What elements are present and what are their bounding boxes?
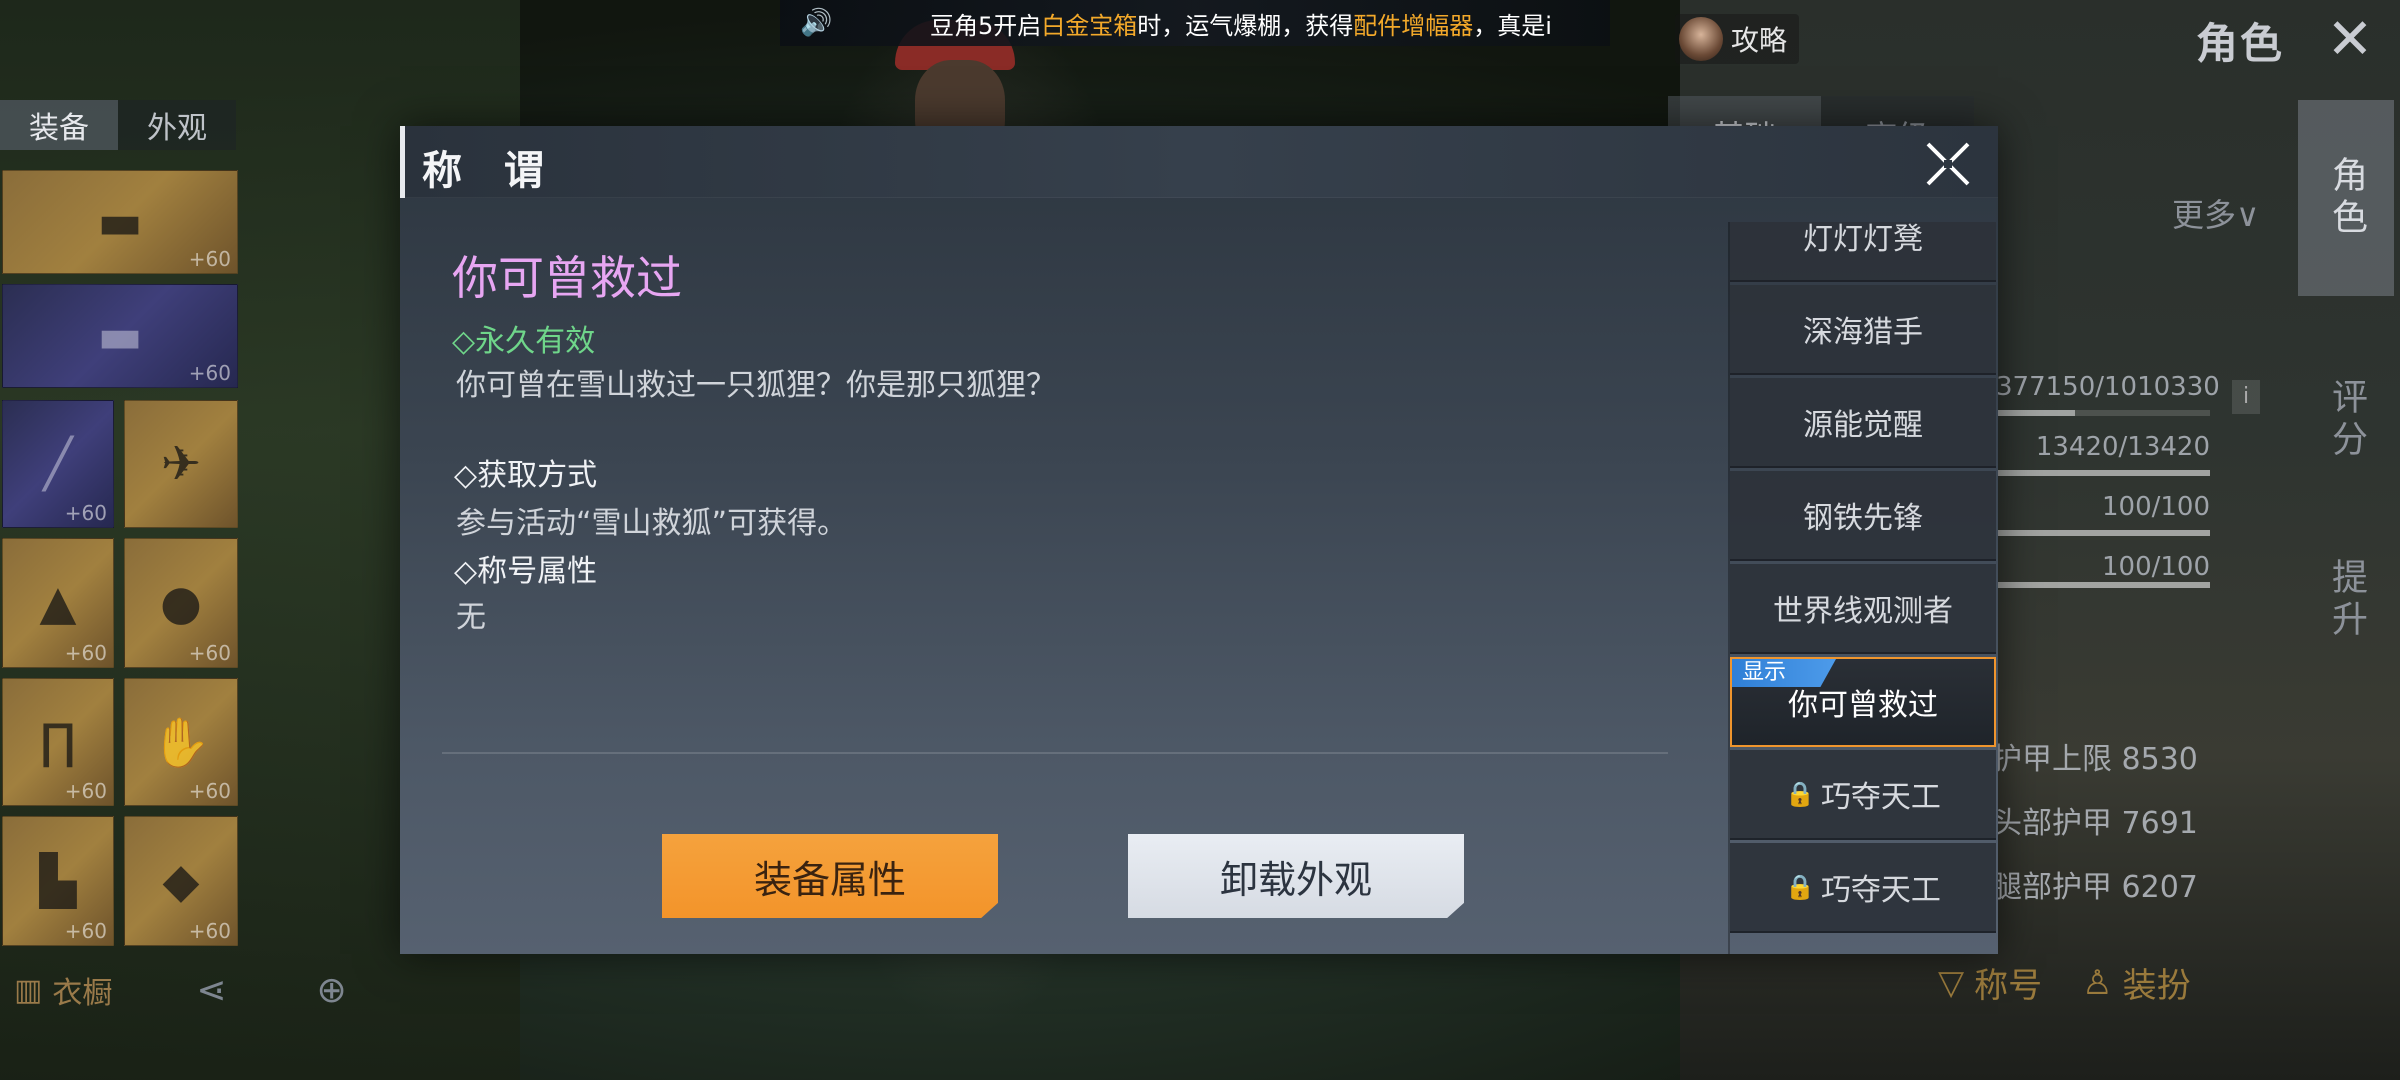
- obtain-method-label: ◇获取方式: [454, 458, 598, 493]
- titles-label: 称号: [1974, 966, 2043, 1006]
- title-modal: 称 谓 你可曾救过 ◇永久有效 你可曾在雪山救过一只狐狸？你是那只狐狸？ ◇获取…: [400, 126, 1998, 954]
- side-rail: 角色 评分 提升: [2298, 100, 2394, 980]
- right-bottom-toolbar: ▽ 称号 ♙ 装扮: [1938, 958, 2191, 1007]
- title-list-label: 源能觉醒: [1803, 408, 1923, 443]
- leg-armor-line: 腿部护甲 6207: [1992, 870, 2198, 905]
- stat-bar-hp: [1996, 410, 2210, 416]
- slot-gadget[interactable]: ✈: [124, 400, 238, 528]
- lock-icon: 🔒: [1785, 873, 1815, 901]
- chevron-down-icon: ∨: [2236, 196, 2260, 234]
- broadcast-marquee: 🔊 豆角5开启白金宝箱时，运气爆棚，获得配件增幅器，真是i: [780, 0, 1610, 46]
- zoom-icon[interactable]: ⊕: [317, 970, 347, 1011]
- title-attr-label: ◇称号属性: [454, 554, 598, 589]
- rail-item-score[interactable]: 评分: [2298, 340, 2394, 500]
- wardrobe-label: 衣橱: [52, 976, 113, 1011]
- content-divider: [442, 752, 1668, 754]
- close-x-svg: [1926, 142, 1970, 186]
- slot-boots[interactable]: ▙ +60: [2, 816, 114, 946]
- screen-title: 角色: [2196, 19, 2285, 68]
- title-list-item[interactable]: 🔒 巧夺天工: [1730, 843, 1996, 933]
- wardrobe-icon: ▥: [14, 972, 43, 1008]
- rail-item-upgrade[interactable]: 提升: [2298, 520, 2394, 680]
- selected-title-name: 你可曾救过: [452, 251, 682, 305]
- title-list-item[interactable]: 🔒 巧夺天工: [1730, 750, 1996, 840]
- unload-appearance-button[interactable]: 卸载外观: [1128, 834, 1464, 918]
- titles-icon: ▽: [1938, 962, 1965, 1003]
- title-list-label: 世界线观测者: [1773, 594, 1953, 629]
- equip-attributes-button[interactable]: 装备属性: [662, 834, 998, 918]
- inventory-tabs: 装备 外观: [0, 100, 236, 150]
- slot-primary-weapon[interactable]: ▬ +60: [2, 170, 238, 274]
- title-list-label: 钢铁先锋: [1803, 501, 1923, 536]
- share-icon[interactable]: ⋖: [196, 970, 226, 1011]
- stat-bar-armor: [1996, 470, 2210, 476]
- screen-close-icon[interactable]: ✕: [2322, 12, 2378, 68]
- rail-item-role[interactable]: 角色: [2298, 100, 2394, 296]
- stat-bar-4: [1996, 582, 2210, 588]
- stat-value-armor: 13420/13420: [2035, 432, 2210, 462]
- title-list-item[interactable]: 显示 你可曾救过: [1730, 657, 1996, 747]
- dressup-label: 装扮: [2122, 966, 2191, 1006]
- title-list-label: 灯灯灯凳: [1803, 222, 1923, 257]
- title-attr-text: 无: [456, 600, 486, 635]
- validity-label: ◇永久有效: [452, 324, 596, 359]
- speaker-icon: 🔊: [800, 8, 833, 38]
- head-armor-line: 头部护甲 7691: [1992, 806, 2198, 841]
- close-icon[interactable]: [1920, 136, 1976, 192]
- titles-button[interactable]: ▽ 称号: [1938, 958, 2042, 1007]
- tab-equipment[interactable]: 装备: [0, 100, 118, 150]
- guide-avatar-icon: [1679, 17, 1723, 61]
- slot-gloves[interactable]: ✋ +60: [124, 678, 238, 806]
- stat-value-3: 100/100: [2101, 492, 2210, 522]
- title-description: 你可曾在雪山救过一只狐狸？你是那只狐狸？: [456, 368, 1056, 403]
- tab-appearance[interactable]: 外观: [118, 100, 236, 150]
- drone-icon: ✈: [160, 436, 202, 492]
- shown-badge: 显示: [1732, 659, 1836, 687]
- slot-helmet[interactable]: ● +60: [124, 538, 238, 668]
- marquee-text: 豆角5开启白金宝箱时，运气爆棚，获得配件增幅器，真是i: [930, 11, 1552, 40]
- title-list-label: 巧夺天工: [1820, 873, 1941, 908]
- slot-melee[interactable]: ╱ +60: [2, 400, 114, 528]
- title-list-label: 巧夺天工: [1820, 780, 1941, 815]
- stat-value-hp: 377150/1010330: [1996, 372, 2220, 402]
- more-label: 更多: [2172, 196, 2237, 234]
- wardrobe-button[interactable]: ▥ 衣橱: [14, 968, 112, 1012]
- header-accent: [400, 126, 405, 198]
- stat-value-4: 100/100: [2101, 552, 2210, 582]
- modal-header: 称 谓: [400, 126, 1998, 198]
- modal-title: 称 谓: [422, 148, 558, 194]
- title-list-item[interactable]: 灯灯灯凳: [1730, 222, 1996, 282]
- more-dropdown[interactable]: 更多∨: [2172, 190, 2259, 236]
- title-list-item[interactable]: 钢铁先锋: [1730, 471, 1996, 561]
- title-list-label: 深海猎手: [1803, 315, 1923, 350]
- left-bottom-toolbar: ▥ 衣橱 ⋖ ⊕: [14, 968, 347, 1012]
- armor-max-line: 护甲上限 8530: [1992, 742, 2198, 777]
- title-list-item[interactable]: 源能觉醒: [1730, 378, 1996, 468]
- title-list-item[interactable]: 世界线观测者: [1730, 564, 1996, 654]
- slot-jacket[interactable]: ▲ +60: [2, 538, 114, 668]
- info-icon[interactable]: i: [2232, 380, 2260, 414]
- obtain-method-text: 参与活动“雪山救狐”可获得。: [456, 506, 848, 541]
- lock-icon: 🔒: [1785, 780, 1815, 808]
- slot-mask[interactable]: ◆ +60: [124, 816, 238, 946]
- dressup-button[interactable]: ♙ 装扮: [2082, 958, 2190, 1007]
- guide-label: 攻略: [1731, 24, 1788, 57]
- stat-bar-3: [1996, 530, 2210, 536]
- title-list: 灯灯灯凳 深海猎手 源能觉醒 钢铁先锋 世界线观测者 显示 你可曾救过 🔒 巧夺天工 🔒 巧夺天工: [1730, 222, 1996, 954]
- slot-pants[interactable]: ∏ +60: [2, 678, 114, 806]
- dressup-icon: ♙: [2082, 962, 2113, 1003]
- guide-button[interactable]: 攻略: [1675, 14, 1800, 64]
- slot-secondary-weapon[interactable]: ▬ +60: [2, 284, 238, 388]
- title-list-item[interactable]: 深海猎手: [1730, 285, 1996, 375]
